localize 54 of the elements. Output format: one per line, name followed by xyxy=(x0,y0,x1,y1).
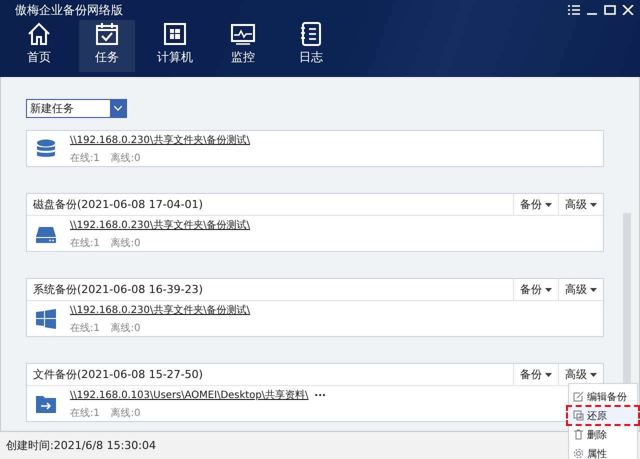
caret-icon xyxy=(545,288,552,292)
dropdown-button[interactable]: 备份 xyxy=(513,279,558,300)
caret-icon xyxy=(545,202,552,206)
caret-icon xyxy=(590,202,597,206)
maximize-icon[interactable] xyxy=(604,5,616,15)
menu-item[interactable]: 删除 xyxy=(569,425,637,444)
task-title: 文件备份(2021-06-08 15-27-50) xyxy=(32,367,204,382)
task-dropdown[interactable]: 新建任务 xyxy=(26,99,127,118)
menu-item[interactable]: 还原 xyxy=(567,406,639,425)
gear-icon xyxy=(573,448,584,459)
offline-count: 离线:0 xyxy=(110,152,140,164)
close-icon[interactable] xyxy=(622,5,634,15)
monitor-chart-icon xyxy=(230,21,256,47)
database-icon xyxy=(35,138,57,160)
dropdown-button[interactable]: 高级 xyxy=(558,194,603,215)
path-link[interactable]: \\192.168.0.230\共享文件夹\备份测试\ xyxy=(70,132,250,146)
nav-tab[interactable]: 监控 xyxy=(215,20,271,72)
nav-tab[interactable]: 首页 xyxy=(11,20,67,72)
menu-item[interactable]: 属性 xyxy=(569,444,637,459)
trash-icon xyxy=(573,429,584,440)
restore-icon xyxy=(573,410,584,421)
online-count: 在线:1 xyxy=(70,152,100,164)
path-link[interactable]: \\192.168.0.230\共享文件夹\备份测试\ xyxy=(70,218,250,232)
ellipsis-text: ... xyxy=(314,388,326,400)
nav-tab[interactable]: 日志 xyxy=(283,20,339,72)
caret-icon xyxy=(545,372,552,376)
nav-tab[interactable]: 任务 xyxy=(79,20,135,72)
online-count: 在线:1 xyxy=(70,236,100,250)
chevron-down-icon xyxy=(114,106,122,111)
offline-count: 离线:0 xyxy=(110,236,140,250)
online-count: 在线:1 xyxy=(70,406,100,420)
calendar-check-icon xyxy=(94,21,120,47)
dropdown-button[interactable]: 高级 xyxy=(558,279,603,300)
path-link[interactable]: \\192.168.0.230\共享文件夹\备份测试\ xyxy=(70,302,250,316)
menu-item[interactable]: 编辑备份 xyxy=(569,387,637,406)
status-text: 创建时间:2021/6/8 15:30:04 xyxy=(6,438,156,453)
task-title: 系统备份(2021-06-08 16-39-23) xyxy=(32,282,204,297)
dropdown-button[interactable]: 备份 xyxy=(513,194,558,215)
edit-icon xyxy=(573,391,584,402)
windows-logo-icon xyxy=(35,308,57,330)
online-count: 在线:1 xyxy=(70,322,100,334)
window-title: 傲梅企业备份网络版 xyxy=(15,2,123,18)
caret-icon xyxy=(590,288,597,292)
task-title: 磁盘备份(2021-06-08 17-04-01) xyxy=(32,197,204,212)
nav-tab[interactable]: 计算机 xyxy=(147,20,203,72)
offline-count: 离线:0 xyxy=(110,406,140,420)
path-link[interactable]: \\192.168.0.103\Users\AOMEI\Desktop\共享资料\ xyxy=(70,388,308,402)
offline-count: 离线:0 xyxy=(110,322,140,334)
caret-icon xyxy=(590,372,597,376)
home-icon xyxy=(26,21,52,47)
notebook-icon xyxy=(298,21,324,47)
windows-icon xyxy=(162,21,188,47)
menu-icon[interactable] xyxy=(568,5,580,15)
dropdown-button[interactable]: 备份 xyxy=(513,364,558,385)
